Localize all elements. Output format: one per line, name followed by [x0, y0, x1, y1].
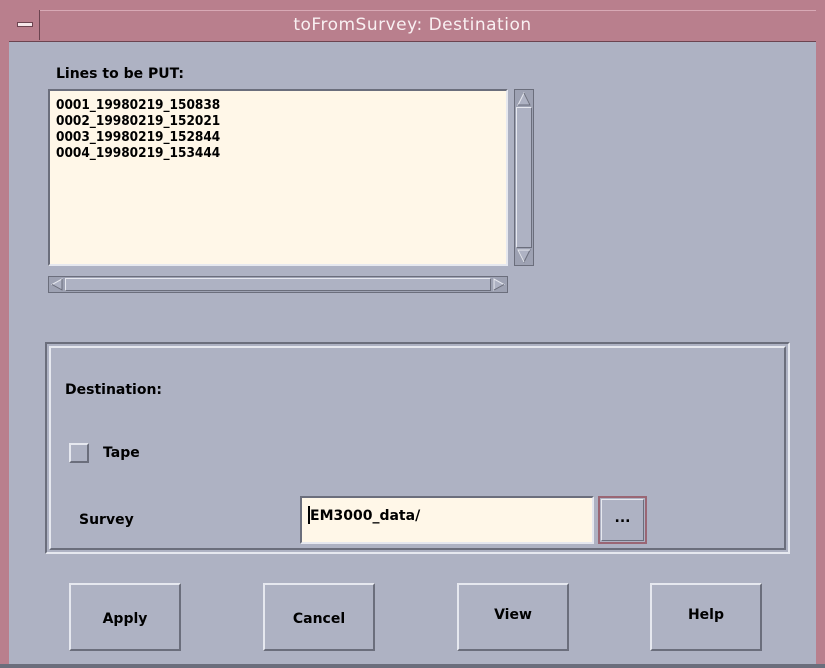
cancel-button[interactable]: Cancel — [263, 583, 375, 651]
window-title: toFromSurvey: Destination — [293, 15, 532, 35]
help-button[interactable]: Help — [650, 583, 762, 651]
list-horizontal-scrollbar[interactable] — [48, 276, 508, 293]
scroll-right-arrow-icon[interactable] — [492, 278, 506, 291]
lines-listbox[interactable]: 0001_19980219_150838 0002_19980219_15202… — [48, 89, 508, 266]
vertical-scroll-thumb[interactable] — [516, 107, 532, 248]
scroll-left-arrow-icon[interactable] — [50, 278, 64, 291]
survey-label: Survey — [79, 512, 134, 528]
scroll-down-arrow-icon[interactable] — [516, 248, 532, 264]
tape-checkbox[interactable] — [69, 443, 89, 463]
list-item[interactable]: 0002_19980219_152021 — [56, 113, 500, 129]
survey-input-value[interactable]: EM3000_data/ — [310, 508, 420, 524]
view-button[interactable]: View — [457, 583, 569, 651]
window-frame-top[interactable] — [0, 0, 825, 10]
window-frame-left[interactable] — [0, 0, 9, 668]
apply-button[interactable]: Apply — [69, 583, 181, 651]
list-item[interactable]: 0003_19980219_152844 — [56, 129, 500, 145]
browse-button[interactable]: ... — [598, 496, 647, 544]
survey-input[interactable]: EM3000_data/ — [300, 496, 594, 544]
view-button-label: View — [494, 607, 532, 623]
apply-button-label: Apply — [102, 611, 148, 627]
list-vertical-scrollbar[interactable] — [514, 89, 534, 266]
list-item[interactable]: 0004_19980219_153444 — [56, 145, 500, 161]
cancel-button-label: Cancel — [292, 611, 346, 627]
destination-label: Destination: — [65, 382, 163, 398]
window-frame-bottom[interactable] — [0, 664, 825, 668]
dialog-window: toFromSurvey: Destination Lines to be PU… — [0, 0, 825, 668]
browse-button-label: ... — [614, 510, 631, 526]
horizontal-scroll-thumb[interactable] — [65, 278, 491, 291]
window-frame-right[interactable] — [816, 0, 825, 668]
lines-to-put-label: Lines to be PUT: — [56, 66, 184, 82]
tape-label[interactable]: Tape — [103, 445, 140, 461]
help-button-label: Help — [687, 607, 725, 623]
scroll-up-arrow-icon[interactable] — [516, 91, 532, 107]
list-item[interactable]: 0001_19980219_150838 — [56, 97, 500, 113]
